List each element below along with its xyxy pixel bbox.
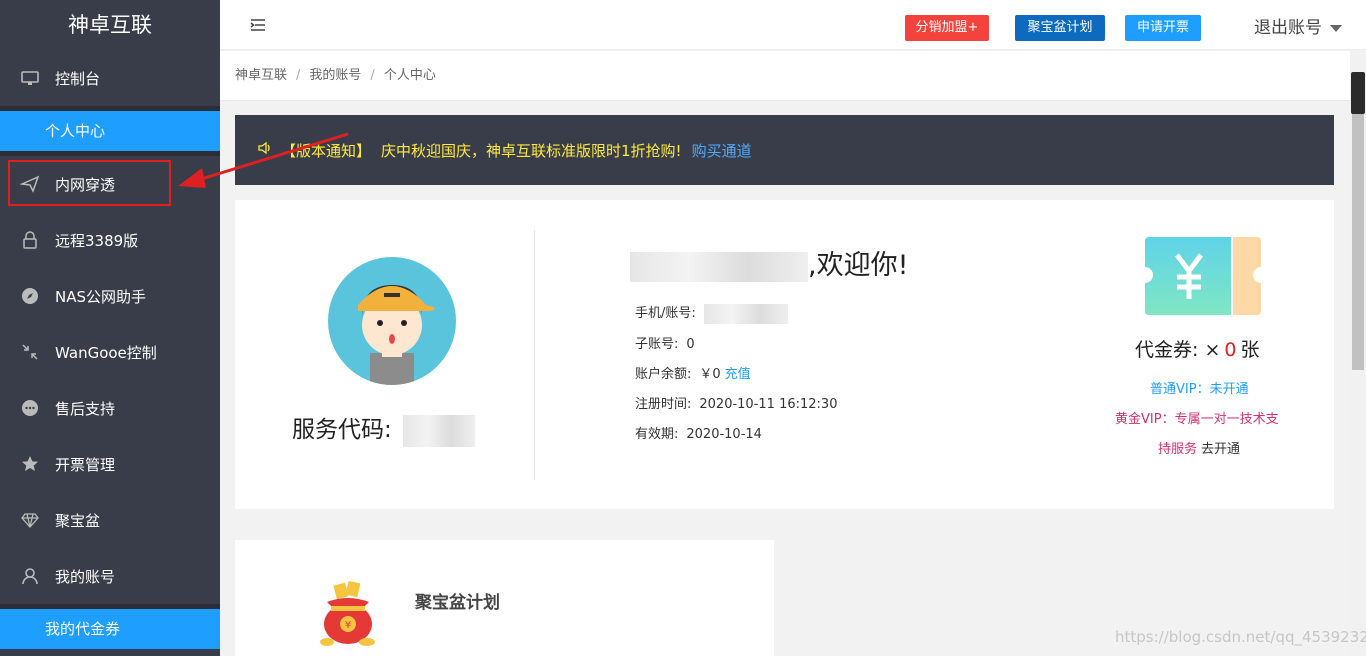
notice-message: 庆中秋迎国庆，神卓互联标准版限时1折抢购! xyxy=(381,141,682,160)
shrink-icon xyxy=(20,342,40,362)
coupon-label: 代金券: xyxy=(1135,339,1199,361)
info-phone: 手机/账号: xyxy=(635,302,788,324)
info-reg-time: 注册时间: 2020-10-11 16:12:30 xyxy=(635,393,837,412)
vip-gold-status[interactable]: 黄金VIP：专属一对一技术支 xyxy=(1115,408,1279,427)
scroll-widget[interactable] xyxy=(1351,72,1365,114)
info-validity: 有效期: 2020-10-14 xyxy=(635,423,762,442)
sidebar-item-my-coupons[interactable]: 我的代金券 xyxy=(0,609,220,649)
sidebar-item-label: 我的账号 xyxy=(55,567,116,586)
reg-time-label: 注册时间: xyxy=(635,397,692,412)
brand-title: 神卓互联 xyxy=(0,0,220,50)
service-code: 服务代码: xyxy=(292,410,476,447)
logout-label: 退出账号 xyxy=(1254,18,1322,38)
breadcrumb-item-current: 个人中心 xyxy=(383,68,436,83)
info-sub-account: 子账号: 0 xyxy=(635,333,695,352)
welcome-text: ,欢迎你! xyxy=(808,250,909,281)
open-vip-link[interactable]: 去开通 xyxy=(1201,442,1240,457)
breadcrumb-item[interactable]: 我的账号 xyxy=(309,68,361,83)
treasure-card-title: 聚宝盆计划 xyxy=(415,593,500,613)
sidebar-item-treasure[interactable]: 聚宝盆 xyxy=(0,492,220,548)
profile-card: 服务代码: ,欢迎你! 手机/账号: 子账号: 0 账户余额: ￥0 充值 注册时间:… xyxy=(235,200,1334,509)
vip-gold-status-cont: 持服务 去开通 xyxy=(1158,438,1240,457)
validity-label: 有效期: xyxy=(635,427,679,442)
distribution-button[interactable]: 分销加盟+ xyxy=(905,15,989,41)
avatar xyxy=(328,257,456,385)
vip-normal-status[interactable]: 普通VIP：未开通 xyxy=(1150,378,1249,397)
recharge-link[interactable]: 充值 xyxy=(725,367,751,382)
sidebar-item-support[interactable]: 售后支持 xyxy=(0,380,220,436)
phone-label: 手机/账号: xyxy=(635,306,696,321)
buy-link[interactable]: 购买通道 xyxy=(692,140,752,161)
notice-banner: 【版本通知】 庆中秋迎国庆，神卓互联标准版限时1折抢购! 购买通道 xyxy=(235,115,1334,185)
sidebar-item-account[interactable]: 我的账号 xyxy=(0,548,220,604)
svg-text:¥: ¥ xyxy=(345,620,351,631)
lock-icon xyxy=(20,230,40,250)
diamond-icon xyxy=(20,510,40,530)
sidebar: 神卓互联 控制台 个人中心 内网穿透 远程3389版 NAS公网助手 WanGo… xyxy=(0,0,220,656)
treasure-card: ¥ 聚宝盆计划 xyxy=(235,540,774,656)
service-code-label: 服务代码: xyxy=(292,417,392,443)
sidebar-item-label: 远程3389版 xyxy=(55,231,139,250)
apply-invoice-button[interactable]: 申请开票 xyxy=(1125,15,1201,41)
star-icon xyxy=(20,454,40,474)
sub-account-value: 0 xyxy=(686,337,695,352)
sidebar-item-label: 开票管理 xyxy=(55,455,116,474)
treasure-plan-button[interactable]: 聚宝盆计划 xyxy=(1015,15,1105,41)
balance-label: 账户余额: xyxy=(635,367,692,382)
sidebar-item-nas[interactable]: NAS公网助手 xyxy=(0,268,220,324)
highlight-annotation-box xyxy=(8,160,171,206)
logout-menu[interactable]: 退出账号 xyxy=(1254,13,1342,38)
chat-icon xyxy=(20,398,40,418)
sidebar-toggle-icon[interactable] xyxy=(250,17,266,33)
annotation-arrow-icon xyxy=(178,132,349,188)
monitor-icon xyxy=(20,68,40,88)
sidebar-item-label: WanGooe控制 xyxy=(55,343,157,362)
coupon-count: 代金券: × 0 张 xyxy=(1135,335,1259,362)
sidebar-item-console[interactable]: 控制台 xyxy=(0,50,220,106)
sub-account-label: 子账号: xyxy=(635,337,679,352)
vip-gold-cont: 持服务 xyxy=(1158,442,1198,457)
coupon-unit: 张 xyxy=(1240,339,1260,361)
sidebar-item-label: 聚宝盆 xyxy=(55,511,101,530)
redacted-username xyxy=(630,251,808,282)
watermark: https://blog.csdn.net/qq_45392321 xyxy=(1115,628,1366,646)
scrollbar-thumb[interactable] xyxy=(1352,73,1364,370)
coupon-ticket-icon xyxy=(1145,235,1261,315)
compass-icon xyxy=(20,286,40,306)
breadcrumb-item[interactable]: 神卓互联 xyxy=(235,68,287,83)
redacted-service-code xyxy=(403,414,476,447)
balance-value: ￥0 xyxy=(699,367,721,382)
coupon-count-value: 0 xyxy=(1224,339,1237,361)
redacted-phone xyxy=(703,303,788,324)
sidebar-item-label: 售后支持 xyxy=(55,399,116,418)
sidebar-item-label: 控制台 xyxy=(55,69,101,88)
caret-down-icon xyxy=(1330,24,1342,32)
info-balance: 账户余额: ￥0 充值 xyxy=(635,363,751,382)
vertical-divider xyxy=(534,230,535,480)
sidebar-item-invoice[interactable]: 开票管理 xyxy=(0,436,220,492)
welcome-heading: ,欢迎你! xyxy=(630,243,908,282)
reg-time-value: 2020-10-11 16:12:30 xyxy=(699,397,838,412)
sidebar-item-wangooe[interactable]: WanGooe控制 xyxy=(0,324,220,380)
top-header: 分销加盟+ 聚宝盆计划 申请开票 退出账号 xyxy=(220,0,1366,50)
coupon-times: × xyxy=(1204,339,1221,361)
scrollbar[interactable] xyxy=(1350,51,1366,656)
user-icon xyxy=(20,566,40,586)
breadcrumb: 神卓互联 / 我的账号 / 个人中心 xyxy=(220,51,1350,101)
validity-value: 2020-10-14 xyxy=(686,427,762,442)
money-bag-icon: ¥ xyxy=(313,580,383,650)
sidebar-item-label: NAS公网助手 xyxy=(55,287,147,306)
sidebar-item-remote3389[interactable]: 远程3389版 xyxy=(0,212,220,268)
